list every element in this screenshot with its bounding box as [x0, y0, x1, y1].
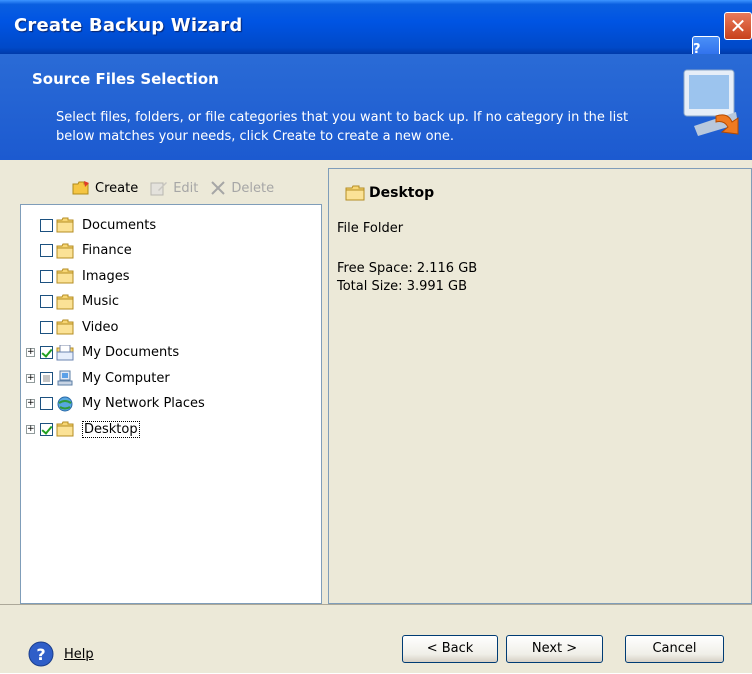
folder-icon	[56, 243, 74, 259]
tree-checkbox[interactable]	[40, 346, 53, 359]
tree-row[interactable]: Documents	[21, 213, 156, 237]
folder-icon	[56, 268, 74, 284]
source-tree[interactable]: Documents Finance Images Music Video + My Docu…	[20, 204, 322, 604]
tree-item-label: My Documents	[82, 345, 180, 360]
tree-checkbox[interactable]	[40, 218, 53, 232]
folder-icon	[56, 319, 74, 335]
tree-item-label: Music	[82, 294, 119, 309]
delete-label: Delete	[231, 180, 275, 196]
tree-row[interactable]: + Desktop	[21, 417, 140, 441]
folder-icon	[56, 217, 74, 233]
tree-row[interactable]: + My Computer	[21, 366, 170, 390]
title-bar: Create Backup Wizard ? ✕	[0, 0, 752, 64]
wizard-window: Create Backup Wizard ? ✕ Source Files Se…	[0, 0, 752, 673]
left-pane: Create Edit Delete DocumentsFinanceIma	[14, 168, 324, 604]
my-documents-icon	[56, 344, 74, 361]
tree-row[interactable]: + My Network Places	[21, 392, 205, 416]
tree-item-label: Desktop	[82, 420, 140, 438]
tree-item-label: My Computer	[82, 370, 170, 386]
my-computer-icon	[56, 370, 74, 386]
tree-checkbox[interactable]	[40, 397, 53, 410]
delete-icon	[211, 181, 226, 195]
create-folder-icon	[72, 181, 89, 195]
tree-row[interactable]: + My Documents	[21, 341, 179, 365]
details-title: Desktop	[345, 185, 434, 201]
window-title: Create Backup Wizard	[14, 15, 243, 36]
tree-row[interactable]: Images	[21, 264, 130, 288]
help-label: Help	[64, 646, 94, 662]
create-button[interactable]: Create	[72, 180, 138, 196]
cancel-button[interactable]: Cancel	[625, 635, 724, 663]
edit-label: Edit	[173, 180, 199, 196]
expand-toggle[interactable]: +	[26, 399, 35, 408]
expand-toggle[interactable]: +	[26, 373, 35, 383]
details-title-text: Desktop	[369, 185, 435, 201]
tree-checkbox[interactable]	[40, 371, 53, 385]
wizard-header: Source Files Selection Select files, fol…	[0, 54, 752, 160]
tree-checkbox[interactable]	[40, 244, 53, 257]
help-link[interactable]: ? Help	[28, 641, 94, 667]
tree-row[interactable]: Music	[21, 290, 119, 314]
tree-item-label: My Network Places	[82, 396, 205, 411]
tree-item-label: Finance	[82, 243, 132, 258]
tree-row[interactable]: Finance	[21, 239, 132, 263]
tree-row[interactable]: Video	[21, 315, 118, 339]
folder-icon	[56, 421, 74, 437]
back-button[interactable]: < Back	[402, 635, 498, 663]
delete-button[interactable]: Delete	[210, 180, 274, 196]
details-free-space: Free Space: 2.116 GB	[337, 261, 478, 276]
tree-item-label: Video	[82, 319, 119, 335]
details-total-size: Total Size: 3.991 GB	[337, 279, 468, 294]
tree-checkbox[interactable]	[40, 295, 53, 308]
expand-toggle[interactable]: +	[26, 348, 35, 357]
details-pane: Desktop File Folder Free Space: 2.116 GB…	[328, 168, 752, 604]
content-area: Create Edit Delete DocumentsFinanceIma	[14, 168, 752, 604]
network-places-icon	[56, 396, 74, 412]
folder-icon	[345, 185, 365, 201]
step-description: Select files, folders, or file categorie…	[56, 110, 629, 144]
create-label: Create	[95, 180, 139, 196]
next-button[interactable]: Next >	[506, 635, 603, 663]
expand-toggle[interactable]: +	[26, 424, 35, 434]
category-toolbar: Create Edit Delete	[72, 178, 274, 198]
wizard-footer: ? Help < Back Next > Cancel	[0, 604, 752, 674]
details-type: File Folder	[337, 221, 404, 236]
edit-button[interactable]: Edit	[150, 180, 198, 196]
folder-icon	[56, 294, 74, 310]
tree-checkbox[interactable]	[40, 320, 53, 334]
edit-icon	[150, 182, 168, 196]
tree-item-label: Images	[82, 268, 130, 284]
backup-monitor-icon	[683, 69, 739, 136]
tree-checkbox[interactable]	[40, 422, 53, 436]
step-title: Source Files Selection	[32, 70, 219, 88]
tree-checkbox[interactable]	[40, 269, 53, 283]
close-button[interactable]: ✕	[724, 12, 752, 40]
svg-text:?: ?	[36, 645, 45, 664]
help-icon: ?	[28, 641, 54, 667]
tree-item-label: Documents	[82, 217, 157, 233]
